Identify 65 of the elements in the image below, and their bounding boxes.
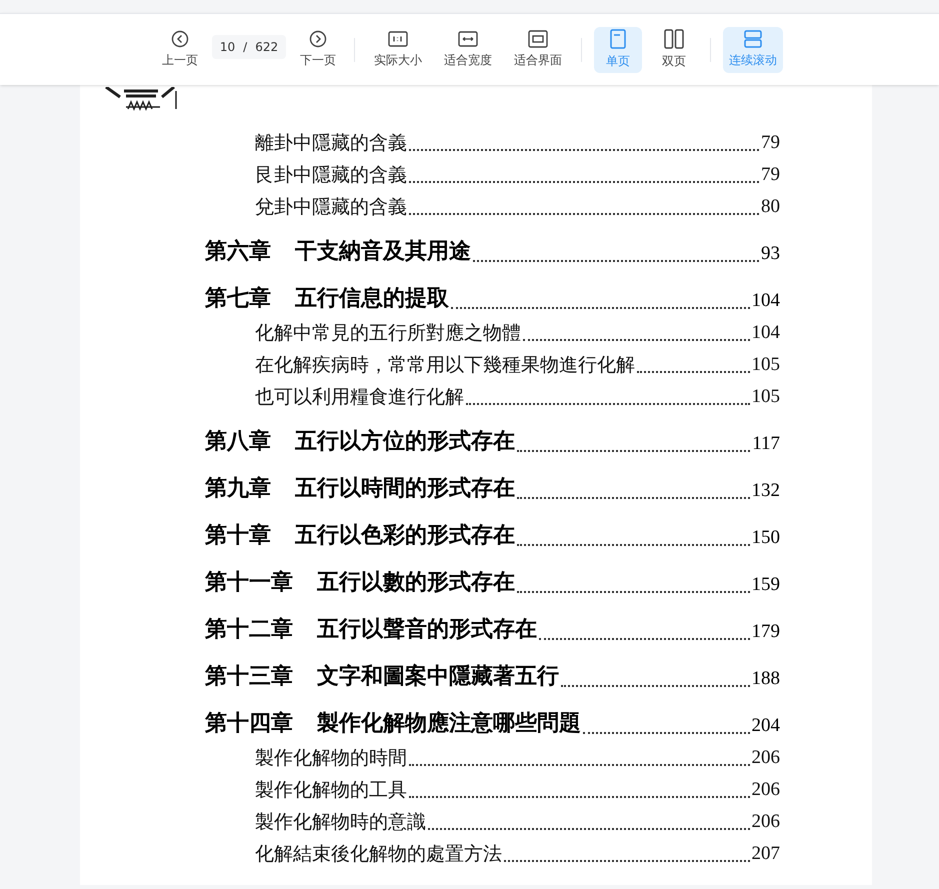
section-title: 在化解疾病時，常常用以下幾種果物進行化解 [255, 352, 635, 378]
section-title: 艮卦中隱藏的含義 [255, 162, 407, 188]
section-title: 製作化解物時的意識 [255, 810, 426, 834]
section-title: 製作化解物的時間 [255, 746, 407, 770]
page-number: 159 [752, 572, 780, 596]
previous-page-button[interactable]: 上一页 [156, 26, 204, 72]
page-number: 79 [761, 130, 780, 154]
page-number: 206 [752, 810, 780, 834]
chapter-number: 第十一章 [205, 568, 293, 597]
chapter-title: 五行以聲音的形式存在 [317, 615, 537, 644]
page-number: 150 [752, 526, 780, 550]
page-number: 104 [752, 320, 780, 344]
section-title: 離卦中隱藏的含義 [255, 130, 407, 156]
chapter-number: 第八章 [205, 427, 271, 456]
page-number: 105 [752, 352, 780, 376]
page-number: 132 [752, 478, 780, 502]
chapter-title: 五行以方位的形式存在 [295, 427, 515, 456]
fit-width-icon [458, 30, 478, 48]
page-number: 204 [752, 714, 780, 738]
next-page-button[interactable]: 下一页 [294, 26, 342, 72]
chapter-title: 五行以色彩的形式存在 [295, 521, 515, 550]
single-page-icon [610, 29, 626, 49]
section-title: 化解中常見的五行所對應之物體 [255, 320, 521, 346]
chapter-number: 第十四章 [205, 709, 293, 738]
chapter-number: 第十章 [205, 521, 271, 550]
chapter-title: 製作化解物應注意哪些問題 [317, 709, 581, 738]
page-number: 117 [752, 432, 780, 456]
zoom-mode-button[interactable]: 适合宽度 [437, 26, 500, 72]
current-page: 10 [220, 38, 236, 56]
page-number: 206 [752, 778, 780, 802]
page-separator: / [243, 38, 248, 56]
section-title: 兌卦中隱藏的含義 [255, 194, 407, 220]
zoom-mode-button[interactable]: 实际大小 [367, 26, 430, 72]
page-number: 105 [752, 384, 780, 408]
chapter-number: 第六章 [205, 237, 271, 266]
total-pages: 622 [255, 38, 278, 56]
fit-page-icon [528, 30, 548, 48]
two-page-icon [664, 29, 684, 49]
section-title: 也可以利用糧食進行化解 [255, 384, 464, 410]
page-number: 179 [752, 620, 780, 644]
chapter-title: 五行以時間的形式存在 [295, 474, 515, 503]
actual-size-icon [388, 30, 408, 48]
chapter-number: 第七章 [205, 284, 271, 313]
page-layout-button[interactable]: 双页 [650, 26, 698, 72]
page-number: 206 [752, 746, 780, 770]
section-title: 化解結束後化解物的處置方法 [255, 842, 502, 866]
chapter-number: 第十三章 [205, 662, 293, 691]
page-number: 207 [752, 842, 780, 866]
page-number: 79 [761, 162, 780, 186]
chapter-title: 五行以數的形式存在 [317, 568, 515, 597]
page-input[interactable]: 10 / 622 [212, 34, 286, 58]
page-number: 104 [752, 288, 780, 312]
chevron-right-icon [309, 30, 328, 48]
chapter-title: 五行信息的提取 [295, 284, 449, 313]
zoom-mode-button[interactable]: 适合界面 [507, 26, 570, 72]
section-title: 製作化解物的工具 [255, 778, 407, 802]
chapter-number: 第十二章 [205, 615, 293, 644]
chapter-title: 文字和圖案中隱藏著五行 [317, 662, 559, 691]
page-number: 80 [761, 194, 780, 218]
stacked-pages-icon [744, 30, 762, 48]
page-number: 93 [761, 242, 780, 266]
chapter-title: 干支納音及其用途 [295, 237, 471, 266]
page-number: 188 [752, 666, 780, 690]
chapter-number: 第九章 [205, 474, 271, 503]
chevron-left-icon [170, 30, 189, 48]
